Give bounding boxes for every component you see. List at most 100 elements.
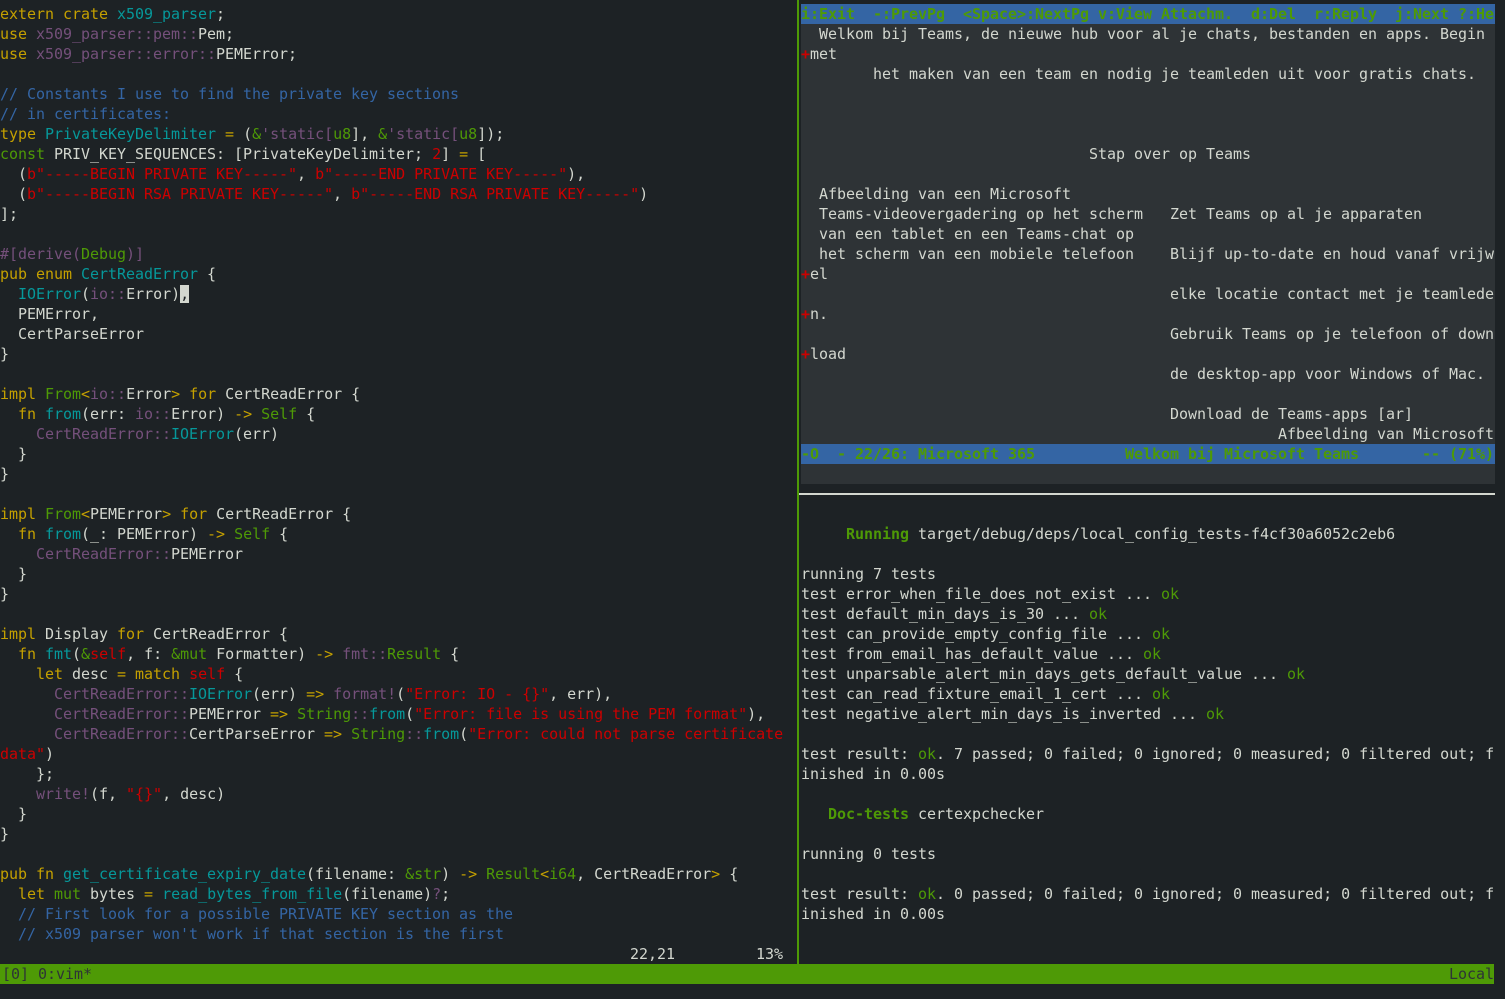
text-token: , err), (549, 685, 613, 703)
output-line: inished in 0.00s (801, 904, 1495, 924)
text-token: ) (45, 745, 55, 763)
text-token: -> (315, 645, 334, 663)
text-token: u8 (459, 125, 478, 143)
text-token: ok (1161, 585, 1180, 603)
code-line: let mut bytes = read_bytes_from_file(fil… (0, 884, 786, 904)
code-line: } (0, 444, 786, 464)
tmux-session-label: Local (1448, 965, 1494, 983)
text-token: const (0, 145, 55, 163)
text-token: Self (225, 525, 271, 543)
text-token: Afbeelding van een Microsoft (801, 185, 1072, 203)
text-cursor: , (180, 285, 190, 303)
text-token: } (0, 805, 28, 823)
text-token: CertReadError:: (54, 705, 190, 723)
text-token: ( (405, 705, 415, 723)
output-line: Running target/debug/deps/local_config_t… (801, 524, 1495, 544)
text-token: b"-----END PRIVATE KEY-----" (315, 165, 568, 183)
text-token: "Error: file is using the PEM format" (414, 705, 748, 723)
text-token: x509_parser::error:: (36, 45, 217, 63)
terminal-window: extern crate x509_parser; use x509_parser… (0, 0, 1505, 999)
text-token: CertParseError (189, 725, 325, 743)
vim-editor-pane[interactable]: extern crate x509_parser; use x509_parser… (0, 4, 786, 944)
text-token: Welkom bij Teams, de nieuwe hub voor al … (801, 25, 1486, 43)
output-line: test can_provide_empty_config_file ... o… (801, 624, 1495, 644)
text-token: match (135, 665, 190, 683)
code-line: type PrivateKeyDelimiter = (&'static[u8]… (0, 124, 786, 144)
output-line: test from_email_has_default_value ... ok (801, 644, 1495, 664)
code-line: impl From<io::Error> for CertReadError { (0, 384, 786, 404)
text-token: certexpchecker (909, 805, 1045, 823)
code-line: CertReadError::IOError(err) => format!("… (0, 684, 786, 704)
text-token: CertReadError:: (54, 685, 190, 703)
text-token: Debug (81, 245, 127, 263)
text-token: 'static[ (261, 125, 334, 143)
text-token: , (297, 165, 316, 183)
text-token: Download de Teams-apps [ar] (801, 405, 1414, 423)
message-line: van een tablet en een Teams-chat op (801, 224, 1495, 244)
text-token: { (720, 865, 739, 883)
wrap-marker-icon: + (801, 45, 811, 63)
text-token: test can_read_fixture_email_1_cert ... (801, 685, 1153, 703)
text-token: target/debug/deps/local_config_tests-f4c… (909, 525, 1396, 543)
shell-pane[interactable]: Running target/debug/deps/local_config_t… (801, 504, 1495, 964)
text-token: test negative_alert_min_days_is_inverted… (801, 705, 1207, 723)
mutt-message-body[interactable]: Welkom bij Teams, de nieuwe hub voor al … (801, 24, 1495, 444)
text-token: ) (441, 865, 460, 883)
text-token: (err) (252, 685, 307, 703)
tmux-status-bar: [0] 0:vim* Local (0, 964, 1494, 984)
text-token: met (810, 45, 838, 63)
text-token: b"-----END RSA PRIVATE KEY-----" (351, 185, 640, 203)
output-line: test can_read_fixture_email_1_cert ... o… (801, 684, 1495, 704)
vim-buffer[interactable]: extern crate x509_parser; use x509_parser… (0, 4, 786, 944)
text-token: :: (351, 705, 370, 723)
shell-prompt[interactable]: ~/.../rust/certificate-expiration-checke… (801, 944, 1260, 964)
text-token: pub fn (0, 865, 64, 883)
text-token: b"-----BEGIN PRIVATE KEY-----" (27, 165, 298, 183)
text-token: , desc) (162, 785, 226, 803)
text-token: fmt:: (333, 645, 388, 663)
code-line: let desc = match self { (0, 664, 786, 684)
output-line: test default_min_days_is_30 ... ok (801, 604, 1495, 624)
text-token: self (90, 645, 127, 663)
code-line: } (0, 344, 786, 364)
pane-divider-vertical[interactable] (797, 0, 799, 964)
message-line: elke locatie contact met je teamlede (801, 284, 1495, 304)
text-token: (filename) (342, 885, 433, 903)
text-token: ; (216, 5, 226, 23)
text-token: Stap over op Teams (801, 145, 1252, 163)
text-token: }; (0, 765, 55, 783)
text-token: inished in 0.00s (801, 765, 946, 783)
text-token: } (0, 445, 28, 463)
code-line: pub fn get_certificate_expiry_date(filen… (0, 864, 786, 884)
code-line: fn from(_: PEMError) -> Self { (0, 524, 786, 544)
code-line: CertReadError::PEMError => String::from(… (0, 704, 786, 724)
text-token: ( (81, 285, 91, 303)
text-token: read_bytes_from_file (153, 885, 343, 903)
pane-divider-horizontal[interactable] (799, 493, 1495, 495)
text-token: Gebruik Teams op je telefoon of down (801, 325, 1495, 343)
text-token: String (342, 725, 406, 743)
text-token: ), (567, 165, 586, 183)
code-line: const PRIV_KEY_SEQUENCES: [PrivateKeyDel… (0, 144, 786, 164)
message-line: +el (801, 264, 1495, 284)
text-token: io:: (135, 405, 172, 423)
text-token: { (441, 645, 460, 663)
text-token: CertReadError:: (36, 545, 172, 563)
tmux-window-list[interactable]: [0] 0:vim* (2, 964, 92, 984)
output-line: test negative_alert_min_days_is_inverted… (801, 704, 1495, 724)
text-token: "Error: could not parse certificate (468, 725, 784, 743)
text-token: test from_email_has_default_value ... (801, 645, 1144, 663)
text-token: => (306, 685, 325, 703)
text-token: IOError (171, 425, 235, 443)
text-token: , (333, 185, 352, 203)
code-line: CertParseError (0, 324, 786, 344)
mutt-pager-pane[interactable]: i:Exit -:PrevPg <Space>:NextPg v:View At… (801, 4, 1495, 484)
message-line: Stap over op Teams (801, 144, 1495, 164)
text-token: ( (459, 725, 469, 743)
